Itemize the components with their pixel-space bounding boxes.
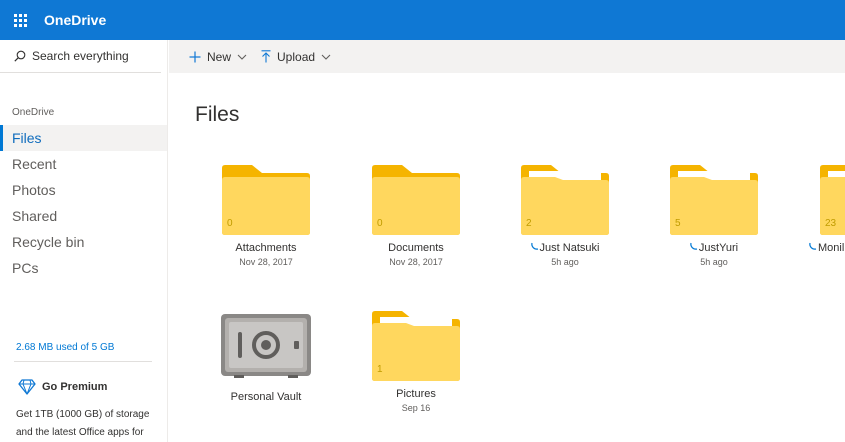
item-count: 2 bbox=[526, 218, 532, 229]
folder-icon: 0 bbox=[220, 164, 312, 236]
new-button[interactable]: New bbox=[189, 50, 247, 64]
command-bar: New Upload bbox=[169, 40, 845, 73]
sidebar-item-label: Photos bbox=[12, 182, 56, 198]
tile-name: Personal Vault bbox=[230, 391, 302, 403]
item-count: 1 bbox=[377, 364, 383, 375]
nav-heading: OneDrive bbox=[12, 107, 55, 118]
sidebar-item-label: Shared bbox=[12, 208, 58, 224]
folder-tile-attachments[interactable]: 0 Attachments Nov 28, 2017 bbox=[191, 164, 341, 267]
waffle-icon bbox=[13, 13, 27, 27]
item-count: 0 bbox=[377, 218, 383, 229]
tile-date: Sep 16 bbox=[401, 403, 431, 413]
folder-tile-pictures[interactable]: 1 Pictures Sep 16 bbox=[341, 310, 491, 413]
search-box[interactable]: Search everything bbox=[0, 40, 161, 73]
folder-tile-justyuri[interactable]: 5 JustYuri 5h ago bbox=[639, 164, 789, 267]
new-button-label: New bbox=[207, 49, 232, 64]
folder-with-files-icon: 2 bbox=[519, 164, 611, 236]
item-count: 0 bbox=[227, 218, 233, 229]
folder-with-files-icon: 5 bbox=[668, 164, 760, 236]
tile-date: 5h ago bbox=[551, 257, 579, 267]
tile-date: Nov 28, 2017 bbox=[239, 257, 293, 267]
vault-tile-personal-vault[interactable]: Personal Vault bbox=[191, 313, 341, 403]
sidebar-item-photos[interactable]: Photos bbox=[0, 177, 167, 203]
folder-with-files-icon: 1 bbox=[370, 310, 462, 382]
tile-name-text: JustYuri bbox=[698, 242, 739, 254]
folder-tile-documents[interactable]: 0 Documents Nov 28, 2017 bbox=[341, 164, 491, 267]
tile-name: Pictures bbox=[396, 388, 436, 400]
sync-icon bbox=[690, 242, 698, 250]
folder-tile-just-natsuki[interactable]: 2 Just Natsuki 5h ago bbox=[490, 164, 640, 267]
divider bbox=[14, 361, 152, 362]
sidebar-item-label: Recent bbox=[12, 156, 57, 172]
tile-date: Nov 28, 2017 bbox=[389, 257, 443, 267]
vault-icon bbox=[220, 313, 312, 385]
chevron-down-icon bbox=[321, 54, 331, 60]
tile-date: 5h ago bbox=[700, 257, 728, 267]
upload-button-label: Upload bbox=[277, 49, 316, 64]
diamond-icon bbox=[18, 379, 36, 395]
go-premium-label: Go Premium bbox=[42, 381, 108, 393]
tile-name: Just Natsuki bbox=[490, 242, 640, 254]
sidebar-item-recycle-bin[interactable]: Recycle bin bbox=[0, 229, 167, 255]
search-placeholder: Search everything bbox=[32, 49, 129, 63]
tile-name-text: Monil bbox=[818, 242, 845, 254]
tile-name: Monil bbox=[809, 242, 845, 254]
sidebar-item-shared[interactable]: Shared bbox=[0, 203, 167, 229]
sidebar: Search everything OneDrive Files Recent … bbox=[0, 40, 168, 442]
plus-icon bbox=[189, 51, 201, 62]
sidebar-item-label: Recycle bin bbox=[12, 234, 85, 250]
page-title: Files bbox=[195, 103, 240, 126]
main-content: Files 0 Attachments Nov 28, 2017 0 Docum… bbox=[169, 73, 845, 442]
go-premium-button[interactable]: Go Premium bbox=[18, 379, 107, 395]
app-title[interactable]: OneDrive bbox=[44, 12, 106, 28]
sidebar-item-label: PCs bbox=[12, 260, 39, 276]
sidebar-item-files[interactable]: Files bbox=[0, 125, 167, 151]
tile-name: JustYuri bbox=[639, 242, 789, 254]
app-launcher-button[interactable] bbox=[0, 0, 40, 40]
tile-name: Documents bbox=[388, 242, 444, 254]
search-icon bbox=[14, 50, 26, 62]
top-bar: OneDrive bbox=[0, 0, 845, 40]
tile-name: Attachments bbox=[235, 242, 297, 254]
sync-icon bbox=[809, 242, 817, 250]
item-count: 23 bbox=[825, 218, 837, 229]
folder-with-files-icon: 23 bbox=[818, 164, 845, 236]
item-count: 5 bbox=[675, 218, 681, 229]
folder-icon: 0 bbox=[370, 164, 462, 236]
sync-icon bbox=[530, 242, 538, 250]
upload-button[interactable]: Upload bbox=[261, 50, 331, 64]
folder-tile-monil[interactable]: 23 Monil bbox=[809, 164, 845, 254]
chevron-down-icon bbox=[237, 54, 247, 60]
upload-icon bbox=[261, 50, 271, 63]
sidebar-item-pcs[interactable]: PCs bbox=[0, 255, 167, 281]
sidebar-item-label: Files bbox=[12, 130, 42, 146]
storage-usage-link[interactable]: 2.68 MB used of 5 GB bbox=[16, 342, 114, 353]
sidebar-item-recent[interactable]: Recent bbox=[0, 151, 167, 177]
premium-description: Get 1TB (1000 GB) of storage and the lat… bbox=[16, 409, 150, 438]
tile-name-text: Just Natsuki bbox=[539, 242, 600, 254]
